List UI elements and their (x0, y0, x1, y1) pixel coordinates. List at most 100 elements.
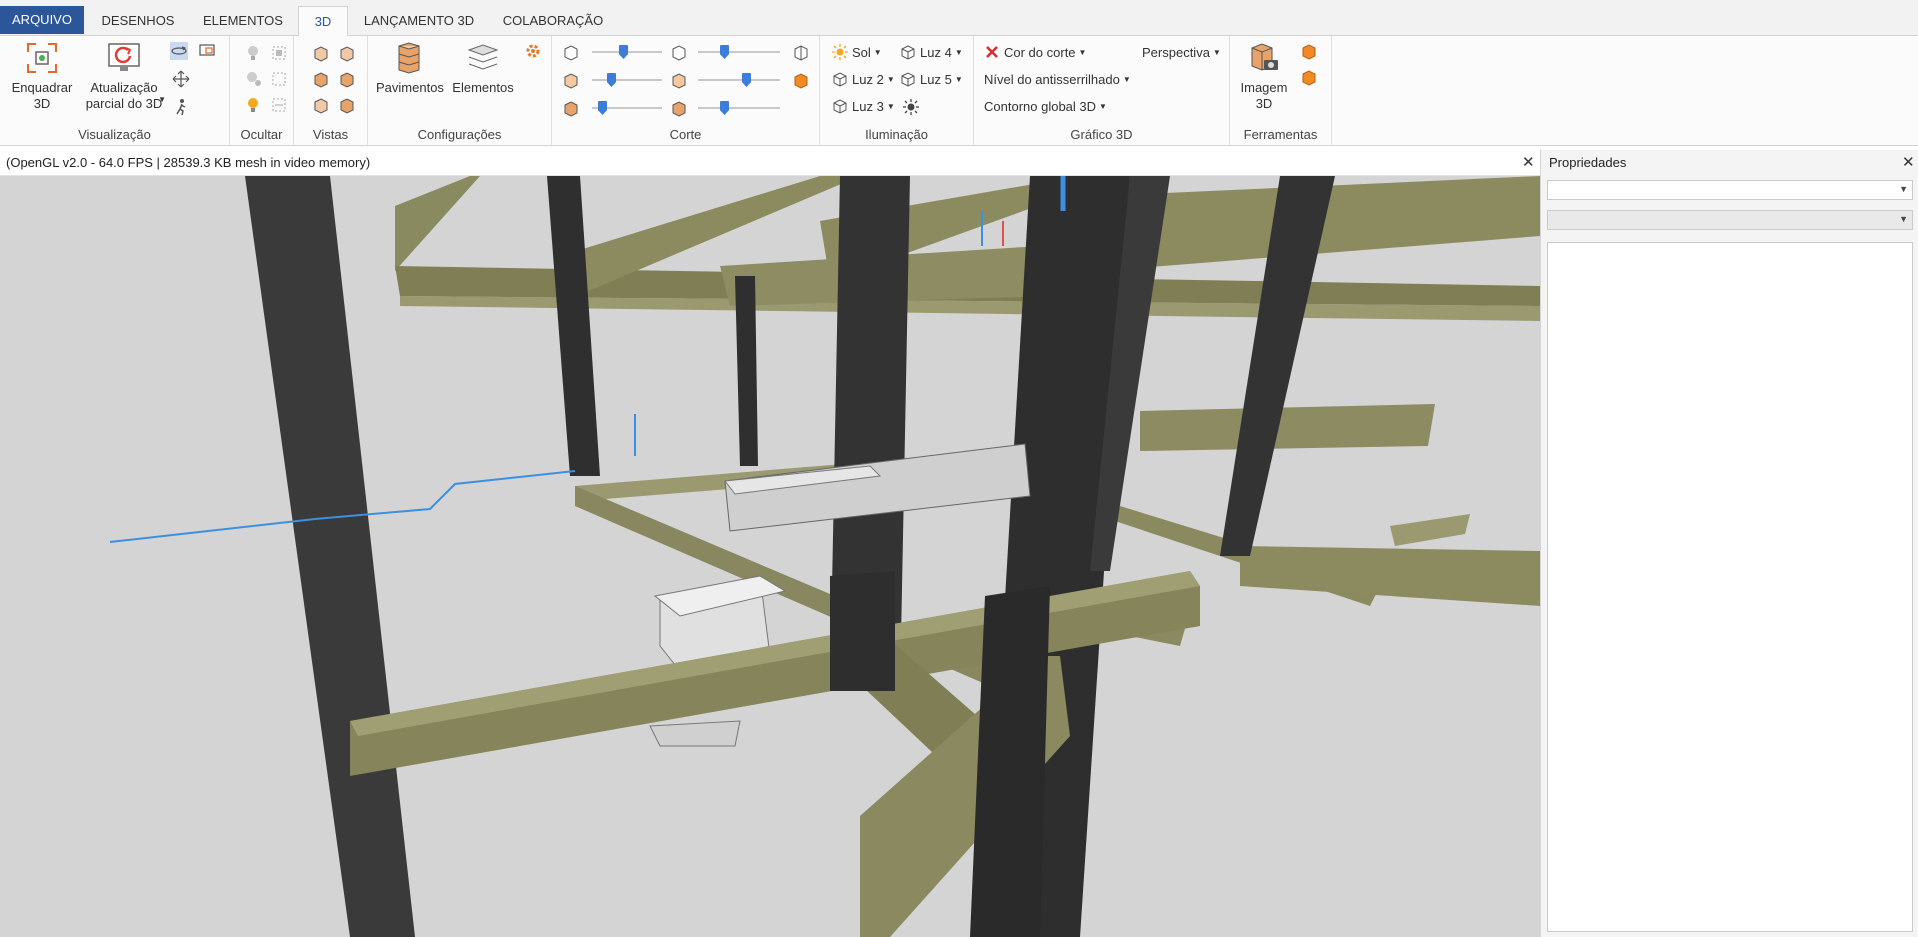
hide-layer-icon[interactable] (270, 70, 288, 88)
view-right-icon[interactable] (338, 70, 356, 88)
chevron-down-icon: ▼ (1099, 102, 1107, 111)
properties-type-select[interactable]: ▼ (1547, 210, 1913, 230)
cut-slider-5[interactable] (592, 101, 662, 115)
cut-slider-4[interactable] (698, 73, 780, 87)
group-iluminacao: Sol ▼ Luz 4 ▼ Luz 2 ▼ Luz 5 ▼ Luz 3 ▼ Ilumina… (820, 36, 974, 146)
layers-icon (467, 44, 499, 70)
elementos-button[interactable]: Elementos (448, 40, 518, 96)
tab-arquivo[interactable]: ARQUIVO (0, 6, 84, 34)
cut-slider-1[interactable] (592, 45, 662, 59)
properties-panel: Propriedades ✕ ▼ ▼ (1540, 150, 1918, 937)
cut-slider-2[interactable] (698, 45, 780, 59)
view-top-icon[interactable] (312, 96, 330, 114)
atualizacao-parcial-button[interactable]: Atualização parcial do 3D ▼ (80, 40, 168, 112)
hide-selection-icon[interactable] (270, 44, 288, 62)
view-back-icon[interactable] (338, 44, 356, 62)
chevron-down-icon[interactable]: ▼ (158, 92, 166, 108)
contorno-global-button[interactable]: Contorno global 3D ▼ (984, 97, 1107, 117)
cut-plane-x2-icon[interactable] (670, 43, 688, 61)
enquadrar-3d-button[interactable]: Enquadrar 3D (6, 40, 78, 112)
zoom-window-icon[interactable] (198, 42, 216, 60)
frame-3d-icon (27, 43, 57, 73)
chevron-down-icon: ▼ (1078, 48, 1087, 57)
show-all-icon[interactable] (270, 96, 288, 114)
group-label-visualizacao: Visualização (78, 127, 151, 142)
group-configuracoes: Pavimentos Elementos Configurações (368, 36, 552, 146)
properties-object-select[interactable]: ▼ (1547, 180, 1913, 200)
imagem-3d-button[interactable]: Imagem 3D (1234, 40, 1294, 112)
sol-label: Sol (852, 45, 871, 60)
cut-slider-3[interactable] (592, 73, 662, 87)
group-label-vistas: Vistas (312, 127, 349, 142)
cut-slider-6[interactable] (698, 101, 780, 115)
show-bulb-icon[interactable] (244, 96, 262, 114)
cor-do-corte-button[interactable]: Cor do corte ▼ (984, 43, 1086, 63)
group-label-iluminacao: Iluminação (865, 127, 928, 142)
light-cube-icon (833, 99, 847, 114)
close-icon[interactable]: ✕ (1902, 153, 1915, 171)
column (547, 176, 600, 476)
hide-bulb-icon[interactable] (244, 44, 262, 62)
pan-icon[interactable] (172, 70, 190, 88)
tab-colaboracao[interactable]: COLABORAÇÃO (490, 6, 616, 36)
column (735, 276, 758, 466)
cut-plane-z2-icon[interactable] (670, 99, 688, 117)
cor-do-corte-label: Cor do corte (1004, 45, 1076, 60)
tab-lancamento-3d[interactable]: LANÇAMENTO 3D (352, 6, 486, 36)
sun-icon (832, 44, 848, 60)
perspectiva-label: Perspectiva (1142, 45, 1210, 60)
export-cube-icon[interactable] (1300, 42, 1318, 60)
chevron-down-icon: ▼ (1899, 184, 1908, 194)
group-vistas: Vistas (294, 36, 368, 146)
cut-plane-z-icon[interactable] (562, 99, 580, 117)
view-left-icon[interactable] (312, 70, 330, 88)
render-info: (OpenGL v2.0 - 64.0 FPS | 28539.3 KB mes… (6, 155, 371, 170)
chevron-down-icon: ▼ (873, 48, 882, 57)
3d-scene[interactable] (0, 176, 1540, 937)
sol-button[interactable]: Sol ▼ (832, 43, 882, 63)
antisserrilhado-button[interactable]: Nível do antisserrilhado ▼ (984, 70, 1131, 90)
atualizacao-parcial-label: Atualização parcial do 3D (85, 80, 163, 111)
ambient-light-icon[interactable] (902, 98, 920, 116)
luz2-label: Luz 2 (852, 72, 884, 87)
3d-viewport[interactable] (0, 176, 1540, 937)
group-label-ferramentas: Ferramentas (1243, 127, 1318, 142)
luz5-label: Luz 5 (920, 72, 952, 87)
walk-icon[interactable] (172, 98, 190, 116)
group-label-grafico-3d: Gráfico 3D (1070, 127, 1133, 142)
viewport-header: (OpenGL v2.0 - 64.0 FPS | 28539.3 KB mes… (0, 150, 1540, 176)
cut-solid-icon[interactable] (792, 71, 810, 89)
cut-plane-x-icon[interactable] (562, 43, 580, 61)
hide-bulb-gear-icon[interactable] (244, 70, 262, 88)
group-label-ocultar: Ocultar (240, 127, 283, 142)
gear-icon[interactable] (524, 42, 542, 60)
luz5-button[interactable]: Luz 5 ▼ (900, 70, 963, 90)
imagem-3d-label: Imagem 3D (1240, 80, 1288, 111)
cut-plane-y2-icon[interactable] (670, 71, 688, 89)
refresh-3d-icon (108, 43, 140, 71)
column (245, 176, 415, 937)
cut-box-icon[interactable] (792, 43, 810, 61)
view-iso-icon[interactable] (338, 96, 356, 114)
tab-elementos[interactable]: ELEMENTOS (190, 6, 296, 36)
orbit-icon[interactable] (170, 42, 188, 60)
toilet-base (649, 720, 741, 747)
contorno-global-label: Contorno global 3D (984, 99, 1097, 114)
tab-3d[interactable]: 3D (298, 6, 348, 37)
view-front-icon[interactable] (312, 44, 330, 62)
luz4-button[interactable]: Luz 4 ▼ (900, 43, 963, 63)
luz3-button[interactable]: Luz 3 ▼ (832, 97, 895, 117)
tab-desenhos[interactable]: DESENHOS (88, 6, 188, 36)
group-ferramentas: Imagem 3D Ferramentas (1230, 36, 1332, 146)
perspectiva-button[interactable]: Perspectiva ▼ (1142, 43, 1221, 63)
properties-grid[interactable] (1547, 242, 1913, 932)
chevron-down-icon: ▼ (886, 102, 895, 111)
pavimentos-button[interactable]: Pavimentos (376, 40, 444, 96)
luz2-button[interactable]: Luz 2 ▼ (832, 70, 895, 90)
cut-plane-y-icon[interactable] (562, 71, 580, 89)
luz3-label: Luz 3 (852, 99, 884, 114)
export-cube2-icon[interactable] (1300, 68, 1318, 86)
light-cube-icon (833, 72, 847, 87)
close-icon[interactable]: ✕ (1522, 153, 1535, 171)
chevron-down-icon: ▼ (886, 75, 895, 84)
